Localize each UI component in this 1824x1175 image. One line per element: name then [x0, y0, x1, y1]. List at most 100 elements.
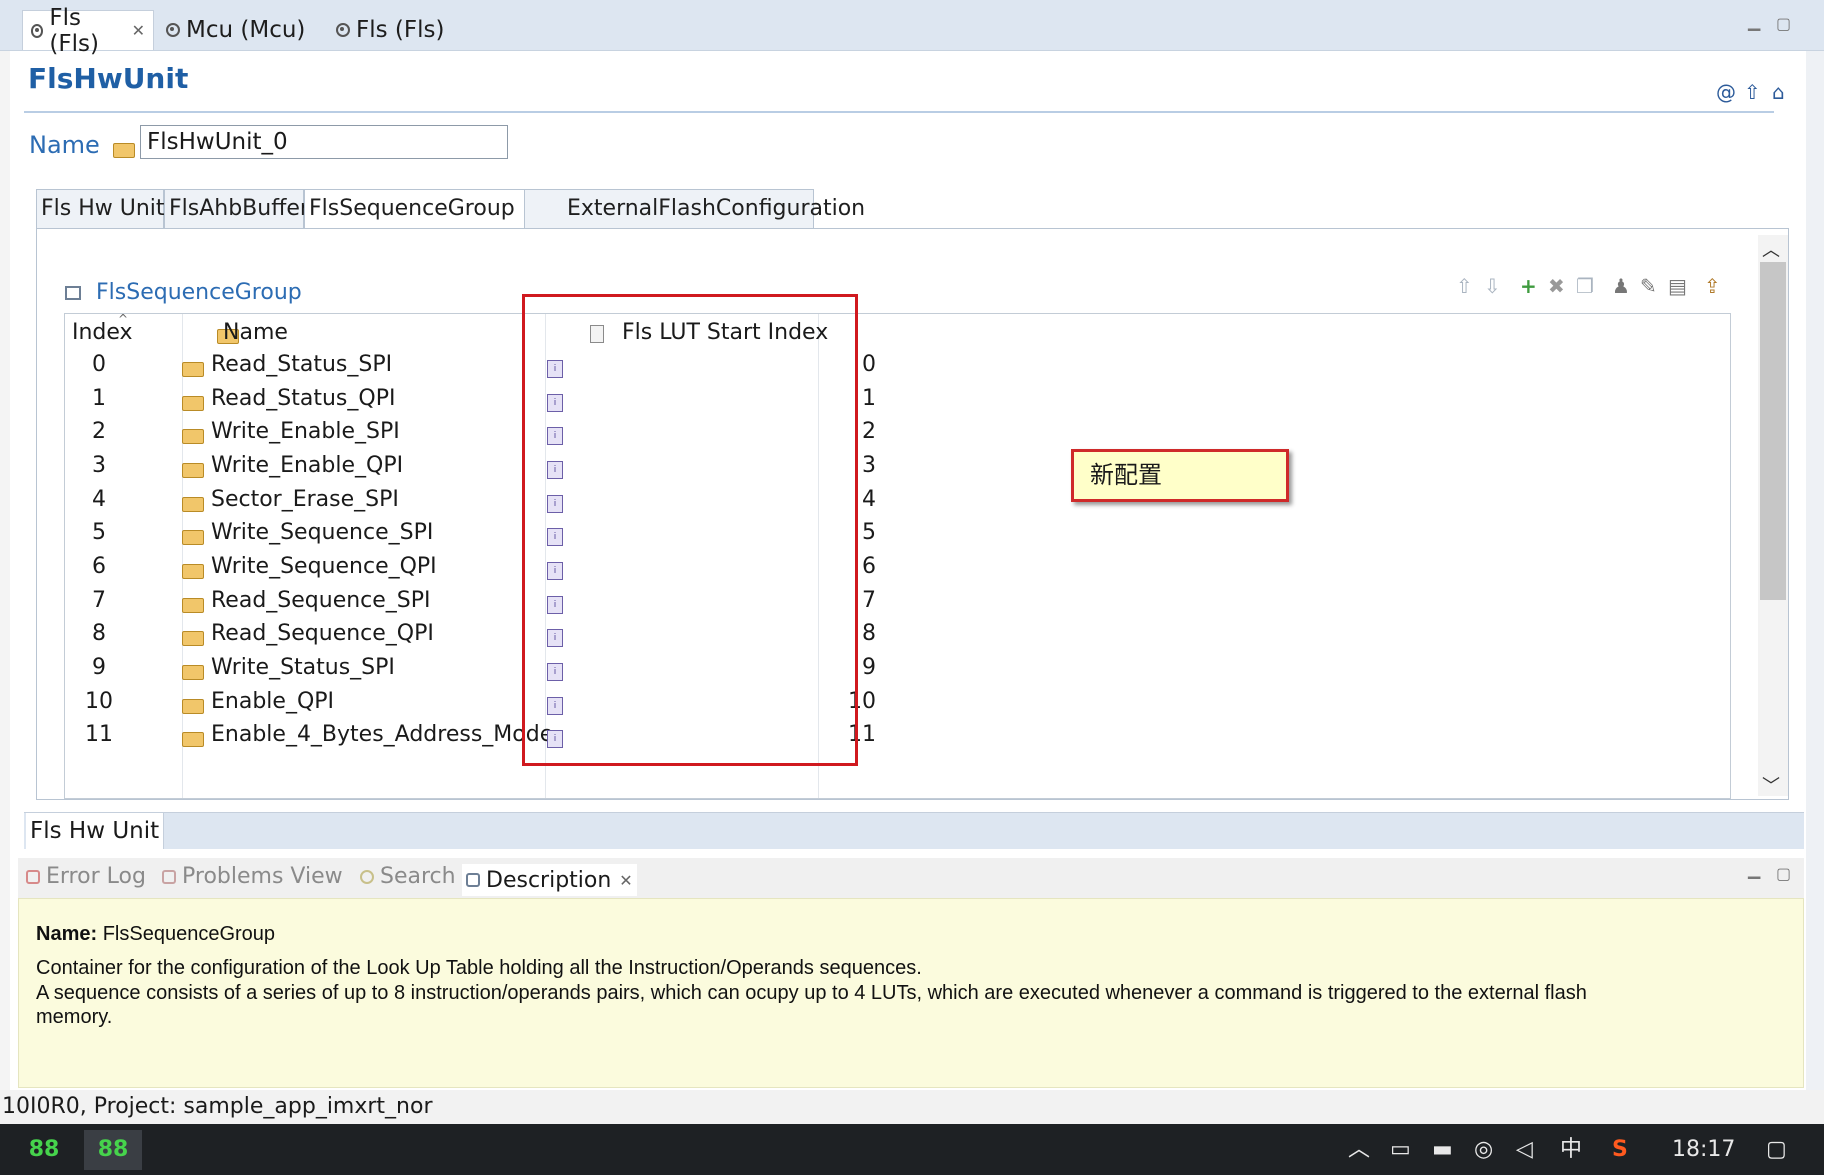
- globe-icon[interactable]: ◎: [1474, 1124, 1493, 1175]
- editor-tab-bar: Fls (Fls) ✕ Mcu (Mcu) Fls (Fls) ▁ ▢: [0, 0, 1824, 57]
- row-index: 8: [92, 621, 106, 646]
- header-divider: [24, 111, 1774, 113]
- row-name: Enable_4_Bytes_Address_Mode: [211, 722, 554, 747]
- tab-fls-ahb-buffer[interactable]: FlsAhbBuffer: [164, 189, 309, 229]
- home-icon[interactable]: ⌂: [1772, 80, 1785, 104]
- delete-icon[interactable]: ✖: [1548, 274, 1565, 298]
- annotation-note: 新配置: [1071, 449, 1289, 502]
- name-label: Name: [29, 131, 100, 159]
- table-row[interactable]: 7 Read_Sequence_SPI i 7: [64, 588, 1731, 621]
- volume-icon[interactable]: ◁: [1516, 1124, 1533, 1175]
- maximize-icon[interactable]: ▢: [1776, 14, 1791, 33]
- folder-icon: [113, 143, 135, 158]
- folder-icon: [182, 429, 204, 444]
- table-icon: [65, 286, 81, 300]
- description-line-3: memory.: [36, 1006, 113, 1028]
- table-row[interactable]: 0 Read_Status_SPI i 0: [64, 352, 1731, 385]
- editor-tab-fls[interactable]: Fls (Fls) ✕: [22, 5, 154, 57]
- status-bar: 10I0R0, Project: sample_app_imxrt_nor: [0, 1090, 1824, 1124]
- row-name: Write_Status_SPI: [211, 655, 395, 680]
- minimize-icon[interactable]: ▁: [1748, 12, 1760, 31]
- row-index: 0: [92, 352, 106, 377]
- column-header-name[interactable]: Name: [223, 320, 288, 345]
- table-row[interactable]: 11 Enable_4_Bytes_Address_Mode i 11: [64, 722, 1731, 755]
- tab-description[interactable]: Description ✕: [462, 864, 637, 896]
- maximize-icon[interactable]: ▢: [1776, 864, 1791, 883]
- clock[interactable]: 18:17: [1672, 1124, 1735, 1175]
- row-index: 10: [85, 689, 113, 714]
- search-icon: [360, 869, 374, 884]
- row-index: 3: [92, 453, 106, 478]
- scroll-down-icon[interactable]: ﹀: [1762, 772, 1780, 798]
- move-down-icon[interactable]: ⇩: [1484, 274, 1501, 298]
- row-name: Sector_Erase_SPI: [211, 487, 399, 512]
- at-icon[interactable]: @: [1716, 80, 1736, 104]
- tray-expand-icon[interactable]: ︿: [1348, 1124, 1370, 1175]
- app-icon-active[interactable]: 88: [84, 1130, 142, 1170]
- edit-table-icon[interactable]: ▤: [1668, 274, 1687, 298]
- copy-icon[interactable]: ❐: [1576, 274, 1594, 298]
- os-taskbar: 88 88 ︿ ▭ ▬ ◎ ◁ 中 S 18:17 ▢: [0, 1124, 1824, 1175]
- ime-indicator[interactable]: 中: [1560, 1124, 1582, 1175]
- right-side-toolbar: [1806, 0, 1824, 1090]
- add-icon[interactable]: +: [1520, 274, 1537, 298]
- tab-search[interactable]: Search: [360, 864, 456, 889]
- table-row[interactable]: 10 Enable_QPI i 10: [64, 689, 1731, 722]
- tab-fls-sequence-group[interactable]: FlsSequenceGroup: [304, 189, 542, 229]
- highlight-box: [522, 294, 858, 766]
- table-row[interactable]: 2 Write_Enable_SPI i 2: [64, 419, 1731, 452]
- folder-icon: [182, 665, 204, 680]
- close-icon[interactable]: ✕: [619, 871, 632, 890]
- tab-error-log[interactable]: Error Log: [26, 864, 146, 889]
- section-title: FlsSequenceGroup: [96, 280, 302, 305]
- notification-icon[interactable]: ▢: [1766, 1124, 1787, 1175]
- page-tab-fls-hw-unit[interactable]: Fls Hw Unit: [26, 813, 165, 849]
- move-up-icon[interactable]: ⇧: [1456, 274, 1473, 298]
- editor-tab-fls-2[interactable]: Fls (Fls): [328, 10, 452, 50]
- row-index: 11: [85, 722, 113, 747]
- table-row[interactable]: 6 Write_Sequence_QPI i 6: [64, 554, 1731, 587]
- tab-fls-hw-unit[interactable]: Fls Hw Unit: [36, 189, 165, 229]
- description-name: Name: FlsSequenceGroup: [36, 923, 275, 946]
- folder-icon: [182, 598, 204, 613]
- tab-label: Description: [486, 867, 612, 893]
- app-icon[interactable]: 88: [24, 1130, 64, 1170]
- tab-external-flash-configuration[interactable]: ExternalFlashConfiguration: [524, 189, 865, 229]
- export-icon[interactable]: ⇪: [1704, 274, 1721, 298]
- page-title: FlsHwUnit: [28, 62, 189, 95]
- row-index: 6: [92, 554, 106, 579]
- folder-icon: [182, 631, 204, 646]
- name-input[interactable]: FlsHwUnit_0: [140, 125, 508, 159]
- input-method-icon[interactable]: S: [1612, 1124, 1628, 1175]
- table-row[interactable]: 8 Read_Sequence_QPI i 8: [64, 621, 1731, 654]
- row-index: 1: [92, 386, 106, 411]
- folder-icon: [182, 396, 204, 411]
- editor-tab-mcu[interactable]: Mcu (Mcu): [158, 10, 313, 50]
- table-row[interactable]: 3 Write_Enable_QPI i 3: [64, 453, 1731, 486]
- tab-problems-view[interactable]: Problems View: [162, 864, 343, 889]
- row-name: Read_Status_QPI: [211, 386, 396, 411]
- scroll-up-icon[interactable]: ︿: [1762, 236, 1780, 262]
- sort-asc-icon: ^: [118, 312, 129, 326]
- description-line-2: A sequence consists of a series of up to…: [36, 982, 1587, 1004]
- monitor-icon[interactable]: ▭: [1390, 1124, 1411, 1175]
- close-icon[interactable]: ✕: [132, 21, 145, 40]
- description-icon: [466, 873, 480, 887]
- error-log-icon: [26, 869, 40, 884]
- edit-icon[interactable]: ✎: [1640, 274, 1657, 298]
- problems-icon: [162, 869, 176, 884]
- table-row[interactable]: 4 Sector_Erase_SPI i 4: [64, 487, 1731, 520]
- row-name: Write_Sequence_QPI: [211, 554, 437, 579]
- row-index: 4: [92, 487, 106, 512]
- scrollbar-thumb[interactable]: [1760, 262, 1786, 600]
- table-row[interactable]: 5 Write_Sequence_SPI i 5: [64, 520, 1731, 553]
- folder-icon: [182, 497, 204, 512]
- folder-icon: [182, 732, 204, 747]
- table-row[interactable]: 1 Read_Status_QPI i 1: [64, 386, 1731, 419]
- minimize-icon[interactable]: ▁: [1748, 860, 1760, 879]
- table-row[interactable]: 9 Write_Status_SPI i 9: [64, 655, 1731, 688]
- editor-page-tabs: Fls Hw Unit: [24, 812, 1804, 849]
- user-icon[interactable]: ♟: [1612, 274, 1630, 298]
- up-arrow-icon[interactable]: ⇧: [1744, 80, 1761, 104]
- battery-icon[interactable]: ▬: [1432, 1124, 1453, 1175]
